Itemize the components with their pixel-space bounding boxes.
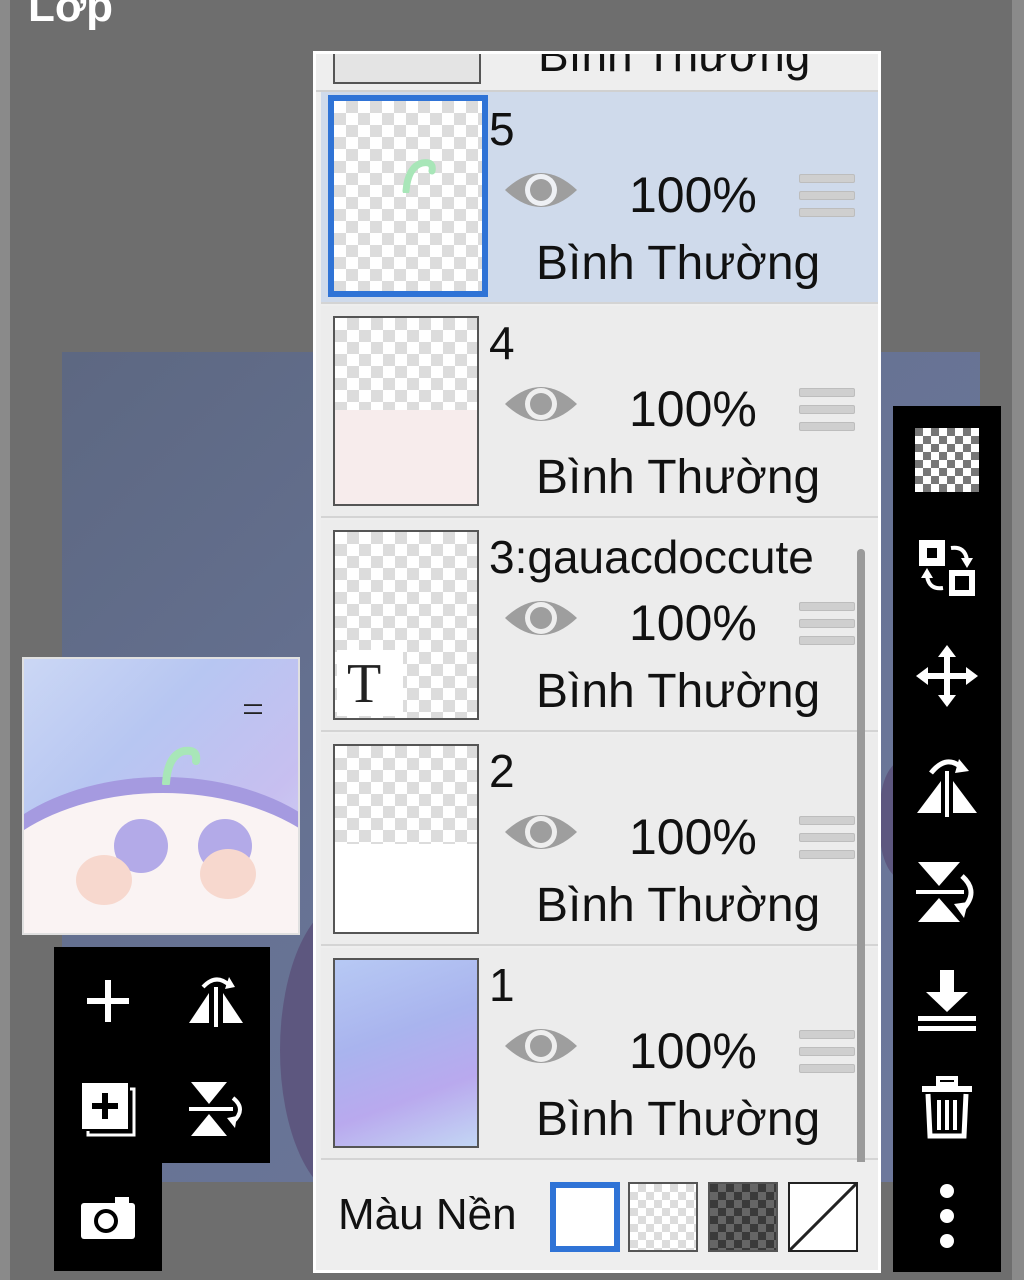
layer-thumbnail[interactable] [333,744,479,934]
background-checker-light-option[interactable] [628,1182,698,1252]
frame-right [1012,0,1024,1280]
left-toolbar-bottom [54,1163,162,1271]
transparency-icon [915,428,979,492]
layer-thumbnail[interactable] [333,316,479,506]
eye-icon[interactable] [503,162,579,218]
flip-vertical-icon [189,1082,242,1136]
layer-name: 4 [489,317,515,369]
layer-opacity[interactable]: 100% [629,1022,757,1080]
layer-row-partial[interactable]: Bình Thường [316,54,878,92]
flip-vertical-button[interactable] [893,838,1001,946]
layer-row[interactable]: 1 100% Bình Thường [321,948,878,1160]
layer-row[interactable]: 5 100% Bình Thường [321,92,878,304]
move-icon [916,645,978,707]
layer-blend-mode[interactable]: Bình Thường [536,878,820,933]
eye-icon[interactable] [503,804,579,860]
layers-panel: Bình Thường 5 100% Bình Thường 4 100% Bì… [313,51,881,1273]
sprout-icon [402,159,436,193]
more-vertical-icon [940,1184,954,1248]
flip-vertical-icon [916,862,974,922]
canvas-preview: ▬▬▬ ▬▬▬ [22,657,300,935]
flip-vertical-button[interactable] [162,1055,270,1163]
drag-handle-icon[interactable] [799,602,855,648]
move-button[interactable] [893,622,1001,730]
preview-cheek-left [76,855,132,905]
swap-layers-icon [919,540,975,596]
add-layer-copy-icon [82,1083,136,1137]
frame-left [0,0,10,1280]
add-layer-button[interactable] [54,947,162,1055]
merge-down-icon [918,970,976,1031]
background-checker-dark-option[interactable] [708,1182,778,1252]
layer-name: 2 [489,745,515,797]
preview-cheek-right [200,849,256,899]
camera-icon [81,1197,135,1239]
merge-down-button[interactable] [893,946,1001,1054]
preview-text: ▬▬▬ ▬▬▬ [244,702,262,716]
transparency-lock-button[interactable] [893,406,1001,514]
layer-thumbnail[interactable]: T [333,530,479,720]
layer-opacity[interactable]: 100% [629,808,757,866]
layer-thumbnail [333,54,481,84]
layer-blend-mode[interactable]: Bình Thường [536,450,820,505]
layer-thumbnail[interactable] [333,958,479,1148]
flip-horizontal-icon [917,759,977,817]
layer-blend-mode[interactable]: Bình Thường [536,236,820,291]
camera-button[interactable] [54,1163,162,1271]
add-layer-copy-button[interactable] [54,1055,162,1163]
drag-handle-icon[interactable] [799,388,855,434]
flip-horizontal-button[interactable] [162,947,270,1055]
layer-name: 3:gauacdoccute [489,531,814,583]
left-toolbar [54,947,270,1163]
layer-opacity[interactable]: 100% [629,166,757,224]
layer-row[interactable]: T 3:gauacdoccute 100% Bình Thường [321,520,878,732]
layer-name: 5 [489,103,515,155]
layer-opacity[interactable]: 100% [629,380,757,438]
window-title: Lớp [28,0,114,31]
drag-handle-icon[interactable] [799,816,855,862]
layer-row[interactable]: 2 100% Bình Thường [321,734,878,946]
add-layer-icon [87,980,129,1022]
layer-row[interactable]: 4 100% Bình Thường [321,306,878,518]
drag-handle-icon[interactable] [799,1030,855,1076]
more-options-button[interactable] [893,1162,1001,1270]
layer-thumbnail[interactable] [328,95,488,297]
layer-blend-mode[interactable]: Bình Thường [536,1092,820,1147]
layer-blend-mode[interactable]: Bình Thường [536,664,820,719]
layer-blend-mode[interactable]: Bình Thường [538,54,810,82]
eye-icon[interactable] [503,590,579,646]
background-color-row: Màu Nền [316,1162,878,1270]
text-layer-icon: T [347,653,382,715]
preview-sprout [162,746,201,785]
background-color-label: Màu Nền [338,1190,517,1239]
delete-layer-button[interactable] [893,1054,1001,1162]
trash-icon [922,1076,972,1139]
layer-opacity[interactable]: 100% [629,594,757,652]
layers-scrollbar[interactable] [857,549,865,1259]
swap-layers-button[interactable] [893,514,1001,622]
drag-handle-icon[interactable] [799,174,855,220]
eye-icon[interactable] [503,376,579,432]
layer-name: 1 [489,959,515,1011]
background-none-option[interactable] [788,1182,858,1252]
background-white-option[interactable] [550,1182,620,1252]
no-background-icon [788,1182,858,1252]
right-toolbar [893,406,1001,1272]
eye-icon[interactable] [503,1018,579,1074]
flip-horizontal-icon [189,977,243,1027]
flip-horizontal-button[interactable] [893,730,1001,838]
